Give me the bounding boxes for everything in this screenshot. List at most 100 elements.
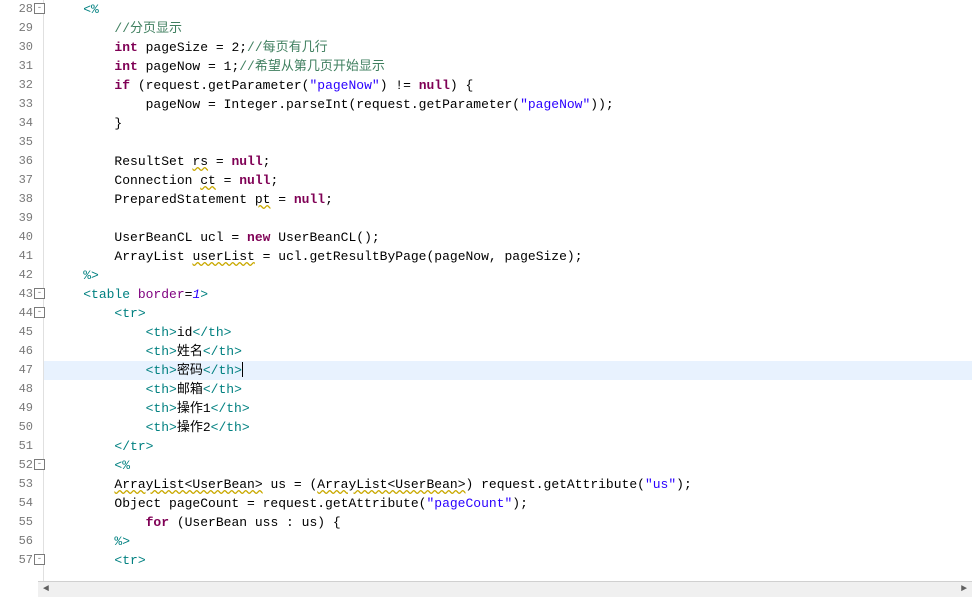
token: null <box>294 192 325 207</box>
code-line[interactable]: %> <box>44 266 972 285</box>
line-number: 41 <box>19 247 39 266</box>
token: 操作1 <box>177 401 211 416</box>
code-line[interactable]: <th>邮箱</th> <box>44 380 972 399</box>
token: = ucl.getResultByPage(pageNow, pageSize)… <box>255 249 583 264</box>
token: %> <box>83 268 99 283</box>
gutter-line: 39 <box>0 209 43 228</box>
gutter-line: 51 <box>0 437 43 456</box>
token: UserBeanCL(); <box>270 230 379 245</box>
token: userList <box>192 249 254 264</box>
code-area[interactable]: <% //分页显示 int pageSize = 2;//每页有几行 int p… <box>44 0 972 597</box>
code-line[interactable] <box>44 133 972 152</box>
code-line[interactable]: Connection ct = null; <box>44 171 972 190</box>
token: for <box>146 515 169 530</box>
token <box>52 344 146 359</box>
token: ) != <box>380 78 419 93</box>
code-line[interactable]: <% <box>44 0 972 19</box>
token: </th> <box>203 363 242 378</box>
token: <table <box>83 287 138 302</box>
code-line[interactable]: <% <box>44 456 972 475</box>
scroll-left-arrow[interactable]: ◄ <box>38 582 54 598</box>
token <box>52 78 114 93</box>
token: <tr> <box>114 553 145 568</box>
gutter-line: 47 <box>0 361 43 380</box>
token: </tr> <box>114 439 153 454</box>
code-line[interactable]: <table border=1> <box>44 285 972 304</box>
gutter-line: 31 <box>0 57 43 76</box>
token <box>52 458 114 473</box>
scroll-right-arrow[interactable]: ► <box>956 582 972 598</box>
line-number: 35 <box>19 133 39 152</box>
line-number: 42 <box>19 266 39 285</box>
code-line[interactable]: int pageSize = 2;//每页有几行 <box>44 38 972 57</box>
code-editor: 28-293031323334353637383940414243-44-454… <box>0 0 972 597</box>
token <box>52 40 114 55</box>
token: Object pageCount = request.getAttribute( <box>52 496 426 511</box>
code-line[interactable]: ArrayList userList = ucl.getResultByPage… <box>44 247 972 266</box>
scroll-track[interactable] <box>54 582 956 598</box>
token: rs <box>192 154 208 169</box>
token: ) request.getAttribute( <box>466 477 645 492</box>
line-number: 29 <box>19 19 39 38</box>
code-line[interactable]: <th>id</th> <box>44 323 972 342</box>
code-line[interactable]: for (UserBean uss : us) { <box>44 513 972 532</box>
token: 邮箱 <box>177 382 203 397</box>
line-number: 38 <box>19 190 39 209</box>
code-line[interactable]: //分页显示 <box>44 19 972 38</box>
code-line[interactable]: int pageNow = 1;//希望从第几页开始显示 <box>44 57 972 76</box>
token: ArrayList <box>52 249 192 264</box>
code-line[interactable]: Object pageCount = request.getAttribute(… <box>44 494 972 513</box>
line-number: 51 <box>19 437 39 456</box>
token: if <box>114 78 130 93</box>
token: </th> <box>211 420 250 435</box>
token: </th> <box>203 344 242 359</box>
token: )); <box>590 97 613 112</box>
token: null <box>419 78 450 93</box>
code-line[interactable]: <tr> <box>44 551 972 570</box>
horizontal-scrollbar[interactable]: ◄ ► <box>38 581 972 597</box>
code-line[interactable]: <th>操作2</th> <box>44 418 972 437</box>
gutter-line: 42 <box>0 266 43 285</box>
token <box>52 306 114 321</box>
gutter-line: 41 <box>0 247 43 266</box>
code-line[interactable]: <th>姓名</th> <box>44 342 972 361</box>
token <box>52 534 114 549</box>
token: "us" <box>645 477 676 492</box>
gutter-line: 40 <box>0 228 43 247</box>
token <box>52 21 114 36</box>
token: //希望从第几页开始显示 <box>239 59 385 74</box>
line-number-gutter: 28-293031323334353637383940414243-44-454… <box>0 0 44 597</box>
code-line[interactable] <box>44 209 972 228</box>
token: <tr> <box>114 306 145 321</box>
token: pageNow = Integer.parseInt(request.getPa… <box>52 97 520 112</box>
code-line[interactable]: ArrayList<UserBean> us = (ArrayList<User… <box>44 475 972 494</box>
code-line[interactable]: ResultSet rs = null; <box>44 152 972 171</box>
token <box>52 401 146 416</box>
code-line[interactable]: UserBeanCL ucl = new UserBeanCL(); <box>44 228 972 247</box>
gutter-line: 54 <box>0 494 43 513</box>
token: ; <box>325 192 333 207</box>
code-line[interactable]: } <box>44 114 972 133</box>
token: PreparedStatement <box>52 192 255 207</box>
code-line[interactable]: pageNow = Integer.parseInt(request.getPa… <box>44 95 972 114</box>
token: ct <box>200 173 216 188</box>
gutter-line: 30 <box>0 38 43 57</box>
line-number: 32 <box>19 76 39 95</box>
code-line[interactable]: if (request.getParameter("pageNow") != n… <box>44 76 972 95</box>
line-number: 54 <box>19 494 39 513</box>
code-line[interactable]: </tr> <box>44 437 972 456</box>
token: "pageNow" <box>309 78 379 93</box>
code-line[interactable]: PreparedStatement pt = null; <box>44 190 972 209</box>
gutter-line: 32 <box>0 76 43 95</box>
code-line[interactable]: <tr> <box>44 304 972 323</box>
token <box>52 420 146 435</box>
gutter-line: 57- <box>0 551 43 570</box>
token: > <box>200 287 208 302</box>
token: us = ( <box>263 477 318 492</box>
code-line[interactable]: %> <box>44 532 972 551</box>
token: UserBeanCL ucl = <box>52 230 247 245</box>
code-line[interactable]: <th>密码</th> <box>44 361 972 380</box>
code-line[interactable]: <th>操作1</th> <box>44 399 972 418</box>
token: int <box>114 40 137 55</box>
token <box>52 477 114 492</box>
